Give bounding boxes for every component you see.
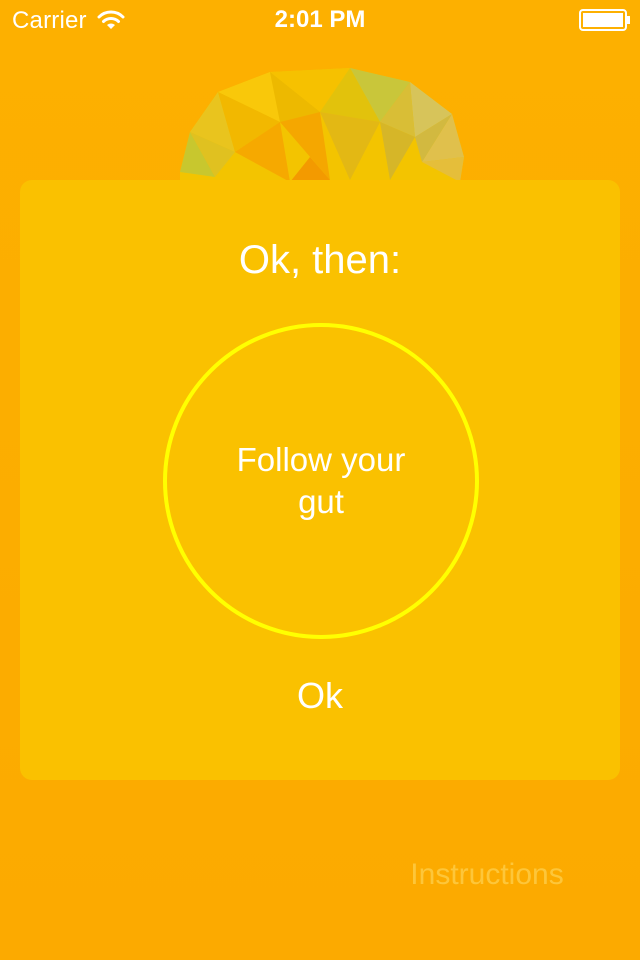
status-bar: Carrier 2:01 PM: [0, 0, 640, 40]
instructions-button[interactable]: Instructions: [392, 856, 582, 894]
status-time: 2:01 PM: [274, 6, 366, 33]
ok-button[interactable]: Ok: [260, 672, 380, 720]
result-dialog: Ok, then: Follow your gut Ok: [20, 180, 620, 780]
answer-circle: Follow your gut: [163, 323, 479, 639]
answer-text: Follow your gut: [236, 441, 406, 520]
dialog-title: Ok, then:: [238, 238, 402, 282]
battery-icon: [579, 9, 630, 31]
app-screen: Carrier 2:01 PM Ok, then: Follow your gu…: [0, 0, 640, 960]
